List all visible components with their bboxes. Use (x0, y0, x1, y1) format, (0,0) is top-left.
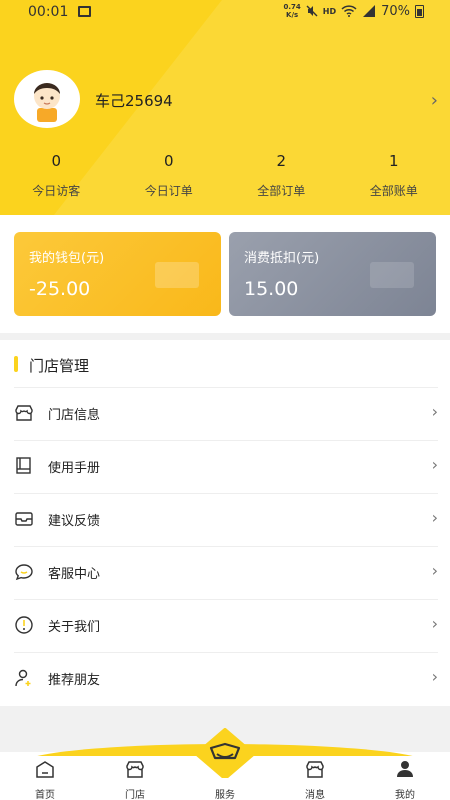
speed-value: 0.74 (283, 3, 301, 11)
tab-label: 首页 (35, 790, 55, 800)
tab-service[interactable]: 服务 (195, 782, 255, 800)
wallet-title: 我的钱包(元) (29, 251, 105, 266)
book-icon (16, 457, 31, 474)
stat-label: 今日访客 (32, 184, 81, 198)
profile-header: 00:01 0.74 K/s HD 70% 车己25694 › 0 今日访客 0… (0, 0, 450, 215)
menu-label: 关于我们 (48, 620, 101, 635)
store-management-menu: 门店管理 门店信息 › 使用手册 › 建议反馈 › 客服中心 › 关于我们 › … (0, 340, 450, 706)
battery-icon (415, 4, 424, 18)
stat-today-orders[interactable]: 0 今日订单 (113, 152, 226, 199)
tab-label: 我的 (395, 790, 415, 800)
menu-label: 使用手册 (48, 461, 101, 476)
wifi-icon (341, 5, 357, 17)
tab-label: 门店 (125, 790, 145, 800)
menu-label: 门店信息 (48, 408, 101, 423)
discount-value: 15.00 (244, 278, 299, 300)
chevron-right-icon[interactable]: › (431, 90, 438, 111)
stat-value: 1 (388, 152, 399, 170)
menu-label: 推荐朋友 (48, 673, 101, 688)
info-icon (15, 616, 33, 634)
section-accent-bar (14, 356, 18, 372)
user-name[interactable]: 车己25694 (95, 90, 173, 111)
stat-value: 0 (163, 152, 174, 170)
battery-level: 70% (381, 3, 410, 19)
chevron-right-icon: › (431, 667, 438, 686)
wallet-card-icon (155, 262, 199, 288)
wallet-card[interactable]: 我的钱包(元) -25.00 (14, 232, 221, 316)
stat-all-bills[interactable]: 1 全部账单 (338, 152, 450, 199)
speed-unit: K/s (286, 11, 299, 19)
service-center-button[interactable] (195, 728, 255, 778)
home-icon (36, 761, 54, 778)
status-right: 0.74 K/s HD 70% (283, 3, 424, 19)
chevron-right-icon: › (431, 561, 438, 580)
menu-item-feedback[interactable]: 建议反馈 › (14, 493, 438, 546)
mute-icon (306, 5, 318, 17)
avatar-character-icon (34, 83, 60, 122)
mail-icon (15, 512, 33, 526)
chevron-right-icon: › (431, 455, 438, 474)
tab-label: 消息 (305, 790, 325, 800)
stat-all-orders[interactable]: 2 全部订单 (225, 152, 338, 199)
stats-row: 0 今日访客 0 今日订单 2 全部订单 1 全部账单 (0, 152, 450, 199)
wallet-value: -25.00 (29, 278, 91, 300)
stat-today-visitors[interactable]: 0 今日访客 (0, 152, 113, 199)
stat-label: 今日订单 (144, 184, 193, 198)
section-title: 门店管理 (29, 357, 90, 375)
menu-label: 建议反馈 (48, 514, 101, 529)
menu-item-store-info[interactable]: 门店信息 › (14, 387, 438, 440)
chat-icon (15, 564, 33, 581)
chevron-right-icon: › (431, 508, 438, 527)
tab-message[interactable]: 消息 (285, 760, 345, 800)
store-icon (15, 405, 33, 421)
user-add-icon (15, 669, 31, 687)
section-header: 门店管理 (0, 352, 450, 378)
ticket-icon (370, 262, 414, 288)
signal-icon (363, 5, 376, 17)
tab-profile[interactable]: 我的 (375, 760, 435, 800)
tab-home[interactable]: 首页 (15, 760, 75, 800)
menu-item-user-manual[interactable]: 使用手册 › (14, 440, 438, 493)
menu-item-customer-service[interactable]: 客服中心 › (14, 546, 438, 599)
chevron-right-icon: › (431, 614, 438, 633)
stat-value: 0 (51, 152, 62, 170)
tab-store[interactable]: 门店 (105, 760, 165, 800)
stat-label: 全部账单 (369, 184, 418, 198)
discount-title: 消费抵扣(元) (244, 251, 320, 266)
menu-label: 客服中心 (48, 567, 101, 582)
network-speed: 0.74 K/s (283, 3, 300, 19)
discount-card[interactable]: 消费抵扣(元) 15.00 (229, 232, 436, 316)
stat-label: 全部订单 (257, 184, 306, 198)
hd-badge: HD (322, 6, 337, 16)
store-icon (126, 761, 144, 778)
status-bar: 00:01 0.74 K/s HD 70% (0, 0, 450, 26)
stat-value: 2 (276, 152, 287, 170)
tab-label: 服务 (215, 790, 235, 800)
message-icon (306, 761, 324, 778)
gallery-icon (78, 6, 91, 17)
balance-cards: 我的钱包(元) -25.00 消费抵扣(元) 15.00 (0, 215, 450, 333)
avatar[interactable] (14, 70, 80, 128)
profile-icon (397, 761, 413, 777)
chevron-right-icon: › (431, 402, 438, 421)
status-time: 00:01 (28, 4, 69, 20)
menu-item-recommend-friends[interactable]: 推荐朋友 › (14, 652, 438, 705)
menu-item-about-us[interactable]: 关于我们 › (14, 599, 438, 652)
